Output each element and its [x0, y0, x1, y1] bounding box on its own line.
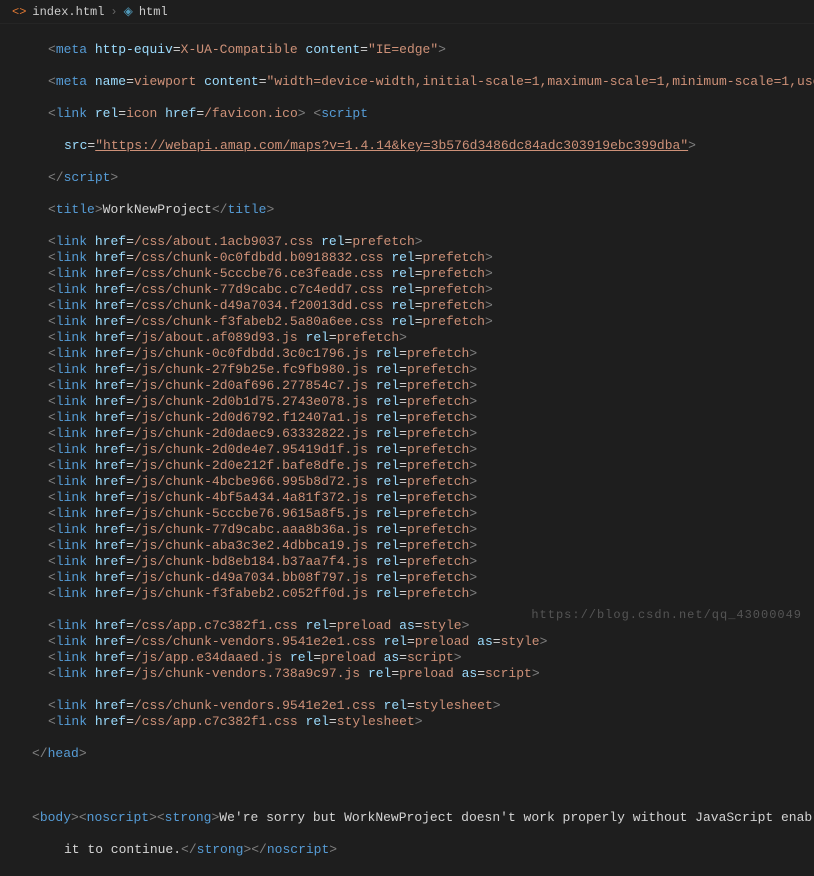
- code-editor[interactable]: <meta http-equiv=X-UA-Compatible content…: [0, 24, 814, 876]
- code-line[interactable]: <link href=/js/chunk-27f9b25e.fc9fb980.j…: [0, 362, 814, 378]
- code-line[interactable]: <link href=/css/chunk-77d9cabc.c7c4edd7.…: [0, 282, 814, 298]
- code-line[interactable]: <link rel=icon href=/favicon.ico> <scrip…: [0, 106, 814, 122]
- code-line[interactable]: <link href=/css/chunk-d49a7034.f20013dd.…: [0, 298, 814, 314]
- code-line[interactable]: <link href=/js/chunk-2d0daec9.63332822.j…: [0, 426, 814, 442]
- element-icon: ◈: [124, 4, 133, 19]
- file-icon: <>: [12, 5, 26, 19]
- breadcrumb-element[interactable]: html: [139, 5, 168, 19]
- code-line[interactable]: </head>: [0, 746, 814, 762]
- code-line[interactable]: <link href=/js/chunk-77d9cabc.aaa8b36a.j…: [0, 522, 814, 538]
- code-line[interactable]: <link href=/js/chunk-5cccbe76.9615a8f5.j…: [0, 506, 814, 522]
- code-line[interactable]: <link href=/css/chunk-0c0fdbdd.b0918832.…: [0, 250, 814, 266]
- code-line[interactable]: <link href=/js/about.af089d93.js rel=pre…: [0, 330, 814, 346]
- watermark-text: https://blog.csdn.net/qq_43000049: [531, 608, 802, 622]
- code-line[interactable]: <link href=/js/chunk-2d0de4e7.95419d1f.j…: [0, 442, 814, 458]
- code-line[interactable]: <link href=/js/chunk-2d0af696.277854c7.j…: [0, 378, 814, 394]
- code-line[interactable]: <link href=/css/chunk-f3fabeb2.5a80a6ee.…: [0, 314, 814, 330]
- code-line[interactable]: <link href=/js/chunk-vendors.738a9c97.js…: [0, 666, 814, 682]
- code-line[interactable]: <link href=/js/app.e34daaed.js rel=prelo…: [0, 650, 814, 666]
- code-line[interactable]: <link href=/js/chunk-4bf5a434.4a81f372.j…: [0, 490, 814, 506]
- code-line[interactable]: <meta http-equiv=X-UA-Compatible content…: [0, 42, 814, 58]
- code-line[interactable]: </script>: [0, 170, 814, 186]
- code-line[interactable]: <link href=/js/chunk-4bcbe966.995b8d72.j…: [0, 474, 814, 490]
- code-line[interactable]: <link href=/js/chunk-d49a7034.bb08f797.j…: [0, 570, 814, 586]
- code-line[interactable]: <link href=/js/chunk-bd8eb184.b37aa7f4.j…: [0, 554, 814, 570]
- code-line[interactable]: <body><noscript><strong>We're sorry but …: [0, 810, 814, 826]
- code-line[interactable]: <meta name=viewport content="width=devic…: [0, 74, 814, 90]
- code-line[interactable]: <link href=/js/chunk-aba3c3e2.4dbbca19.j…: [0, 538, 814, 554]
- code-line[interactable]: it to continue.</strong></noscript>: [0, 842, 814, 858]
- code-line[interactable]: <link href=/css/chunk-5cccbe76.ce3feade.…: [0, 266, 814, 282]
- code-line[interactable]: <link href=/css/chunk-vendors.9541e2e1.c…: [0, 698, 814, 714]
- code-line[interactable]: <link href=/js/chunk-2d0e212f.bafe8dfe.j…: [0, 458, 814, 474]
- code-line[interactable]: <link href=/js/chunk-0c0fdbdd.3c0c1796.j…: [0, 346, 814, 362]
- code-line[interactable]: src="https://webapi.amap.com/maps?v=1.4.…: [0, 138, 814, 154]
- code-line[interactable]: <title>WorkNewProject</title>: [0, 202, 814, 218]
- code-line[interactable]: <link href=/js/chunk-2d0b1d75.2743e078.j…: [0, 394, 814, 410]
- breadcrumb-file[interactable]: index.html: [32, 5, 104, 19]
- code-line[interactable]: <link href=/js/chunk-f3fabeb2.c052ff0d.j…: [0, 586, 814, 602]
- code-line[interactable]: <link href=/css/chunk-vendors.9541e2e1.c…: [0, 634, 814, 650]
- breadcrumb[interactable]: <> index.html › ◈ html: [0, 0, 814, 24]
- chevron-right-icon: ›: [110, 5, 117, 19]
- code-line[interactable]: <link href=/css/app.c7c382f1.css rel=sty…: [0, 714, 814, 730]
- code-line[interactable]: [0, 778, 814, 794]
- code-line[interactable]: <link href=/js/chunk-2d0d6792.f12407a1.j…: [0, 410, 814, 426]
- code-line[interactable]: <link href=/css/about.1acb9037.css rel=p…: [0, 234, 814, 250]
